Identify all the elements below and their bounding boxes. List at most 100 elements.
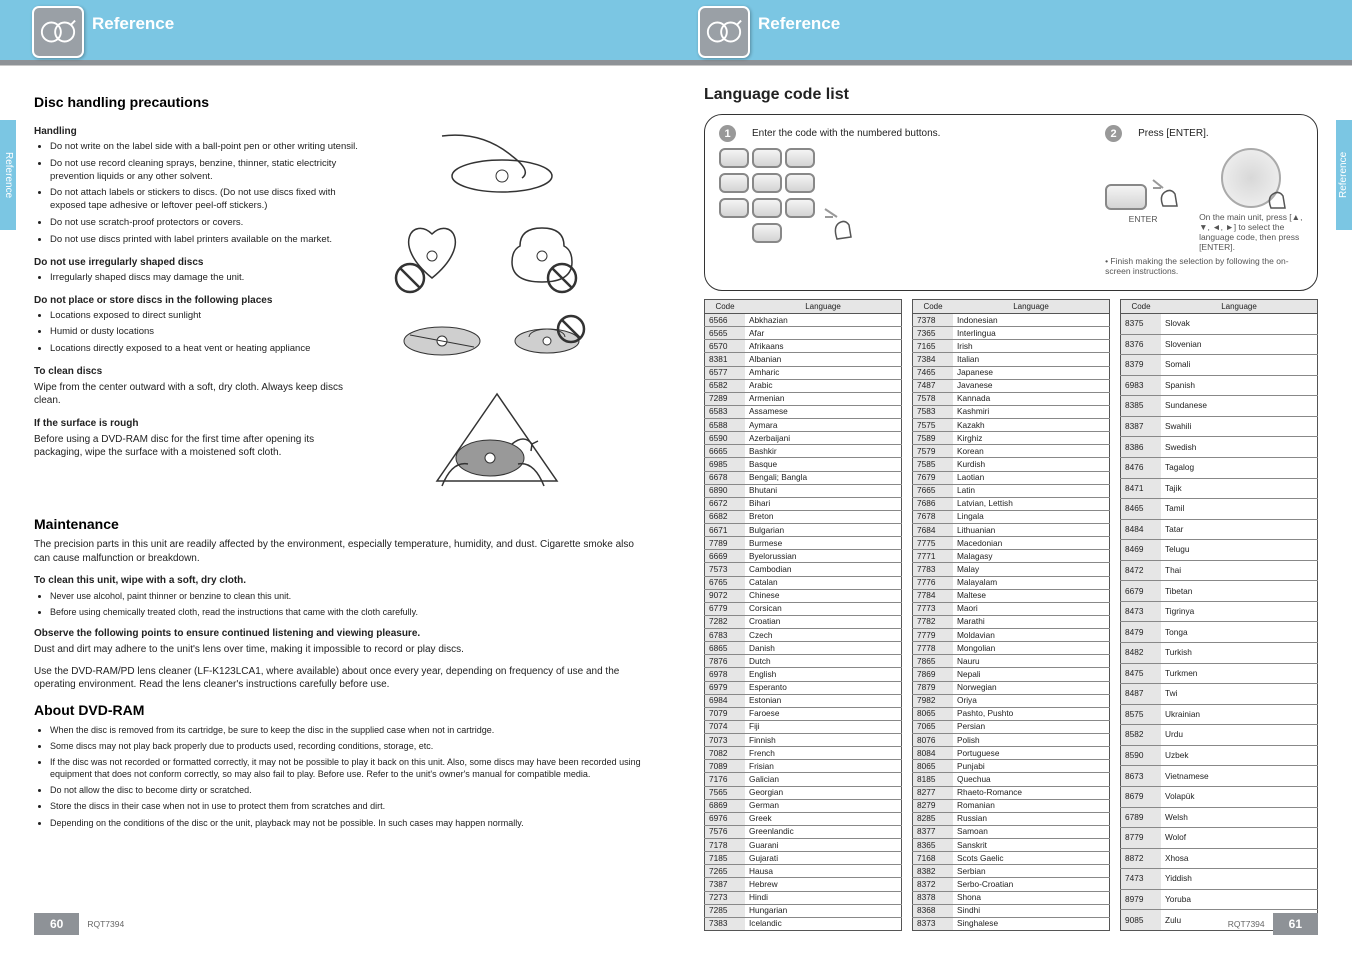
table-row: 6577Amharic — [705, 366, 902, 379]
maintenance-intro: The precision parts in this unit are rea… — [34, 538, 646, 565]
maint-clean-text: Use the DVD-RAM/PD lens cleaner (LF-K123… — [34, 665, 646, 692]
table-row: 8084Portuguese — [913, 747, 1110, 760]
header-title-right: Reference — [758, 14, 840, 34]
reference-icon — [32, 6, 84, 58]
table-row: 7575Kazakh — [913, 419, 1110, 432]
enter-label: ENTER — [1129, 214, 1158, 224]
side-tab-left: Reference — [0, 120, 16, 230]
table-row: 7784Maltese — [913, 589, 1110, 602]
page-right: Reference Reference Language code list 1… — [676, 0, 1352, 951]
table-row: 8575Ukrainian — [1121, 704, 1318, 725]
table-row: 8375Slovak — [1121, 314, 1318, 335]
table-row: 8473Tigrinya — [1121, 601, 1318, 622]
pointing-hand-icon — [1151, 176, 1181, 210]
table-row: 7185Gujarati — [705, 852, 902, 865]
maint-cloth-heading: To clean this unit, wipe with a soft, dr… — [34, 575, 646, 586]
table-row: 7065Persian — [913, 720, 1110, 733]
table-row: 7779Moldavian — [913, 629, 1110, 642]
table-row: 8379Somali — [1121, 355, 1318, 376]
table-row: 6570Afrikaans — [705, 340, 902, 353]
table-row: 7589Kirghiz — [913, 432, 1110, 445]
table-row: 7089Frisian — [705, 760, 902, 773]
table-row: 7982Oriya — [913, 694, 1110, 707]
table-row: 8385Sundanese — [1121, 396, 1318, 417]
table-row: 7776Malayalam — [913, 576, 1110, 589]
footer-right: RQT7394 61 — [676, 913, 1352, 935]
handling-heading: Handling — [34, 126, 364, 137]
table-row: 8372Serbo-Croatian — [913, 878, 1110, 891]
step-2-text: Press [ENTER]. — [1138, 128, 1209, 140]
table-row: 7869Nepali — [913, 668, 1110, 681]
table-row: 8365Sanskrit — [913, 839, 1110, 852]
table-row: 6588Aymara — [705, 419, 902, 432]
list-item: Do not use discs printed with label prin… — [50, 234, 364, 247]
table-row: 6869German — [705, 799, 902, 812]
table-row: 8471Tajik — [1121, 478, 1318, 499]
left-content: Disc handling precautions Handling Do no… — [0, 66, 676, 921]
table-row: 7176Galician — [705, 773, 902, 786]
page-left: Reference Reference Disc handling precau… — [0, 0, 676, 951]
table-row: 8277Rhaeto-Romance — [913, 786, 1110, 799]
irregular-list: Irregularly shaped discs may damage the … — [34, 272, 364, 285]
table-row: 8381Albanian — [705, 353, 902, 366]
table-row: 8484Tatar — [1121, 519, 1318, 540]
table-row: 6679Tibetan — [1121, 581, 1318, 602]
maint-cloth-list: Never use alcohol, paint thinner or benz… — [34, 590, 646, 618]
table-row: 6976Greek — [705, 812, 902, 825]
table-row: 7168Scots Gaelic — [913, 852, 1110, 865]
table-row: 7578Kannada — [913, 392, 1110, 405]
place-list: Locations exposed to direct sunlight Hum… — [34, 310, 364, 356]
side-tab-right: Reference — [1336, 120, 1352, 230]
table-row: 7665Latin — [913, 484, 1110, 497]
list-item: Some discs may not play back properly du… — [50, 740, 646, 752]
step-2-alt-text: On the main unit, press [▲, ▼, ◄, ►] to … — [1199, 212, 1303, 252]
wipe-disc-cloth-icon — [382, 386, 612, 496]
illustration-column — [382, 116, 632, 506]
lang-list-title: Language code list — [704, 86, 1318, 104]
note-below: • Finish making the selection by followi… — [1105, 256, 1303, 276]
table-row: 8076Polish — [913, 734, 1110, 747]
table-row: 7387Hebrew — [705, 878, 902, 891]
table-row: 6985Basque — [705, 458, 902, 471]
maint-obs-text: Dust and dirt may adhere to the unit's l… — [34, 643, 646, 657]
lang-table-1: CodeLanguage6566Abkhazian6565Afar6570Afr… — [704, 299, 902, 931]
table-row: 8065Punjabi — [913, 760, 1110, 773]
pointing-hand-icon — [819, 203, 859, 243]
table-row: 6789Welsh — [1121, 807, 1318, 828]
table-row: 7585Kurdish — [913, 458, 1110, 471]
table-row: 8872Xhosa — [1121, 848, 1318, 869]
table-row: 6583Assamese — [705, 405, 902, 418]
right-content: Language code list 1 Enter the code with… — [676, 66, 1352, 951]
footer-ref-left: RQT7394 — [87, 919, 124, 929]
table-row: 8479Tonga — [1121, 622, 1318, 643]
table-row: 8487Twi — [1121, 684, 1318, 705]
table-row: 7783Malay — [913, 563, 1110, 576]
table-row: 8779Wolof — [1121, 828, 1318, 849]
table-row: 8476Tagalog — [1121, 457, 1318, 478]
table-row: 6779Corsican — [705, 602, 902, 615]
table-row: 7789Burmese — [705, 537, 902, 550]
table-row: 8378Shona — [913, 891, 1110, 904]
step-1-badge: 1 — [719, 125, 736, 142]
clean-heading: To clean discs — [34, 366, 364, 377]
enter-button-icon — [1105, 184, 1147, 210]
table-row: 7565Georgian — [705, 786, 902, 799]
table-row: 8185Quechua — [913, 773, 1110, 786]
table-row: 6669Byelorussian — [705, 550, 902, 563]
table-row: 8279Romanian — [913, 799, 1110, 812]
table-row: 7265Hausa — [705, 865, 902, 878]
handling-list: Do not write on the label side with a ba… — [34, 141, 364, 247]
footer-left: 60 RQT7394 — [0, 913, 676, 935]
table-row: 7082French — [705, 747, 902, 760]
list-item: Store the discs in their case when not i… — [50, 800, 646, 812]
table-row: 6978English — [705, 668, 902, 681]
table-row: 7487Javanese — [913, 379, 1110, 392]
place-heading: Do not place or store discs in the follo… — [34, 295, 364, 306]
list-item: Depending on the conditions of the disc … — [50, 817, 646, 829]
table-row: 8979Yoruba — [1121, 889, 1318, 910]
list-item: Do not use scratch-proof protectors or c… — [50, 217, 364, 230]
table-row: 6678Bengali; Bangla — [705, 471, 902, 484]
list-item: Before using chemically treated cloth, r… — [50, 606, 646, 618]
maint-obs-heading: Observe the following points to ensure c… — [34, 628, 646, 639]
table-row: 8469Telugu — [1121, 540, 1318, 561]
